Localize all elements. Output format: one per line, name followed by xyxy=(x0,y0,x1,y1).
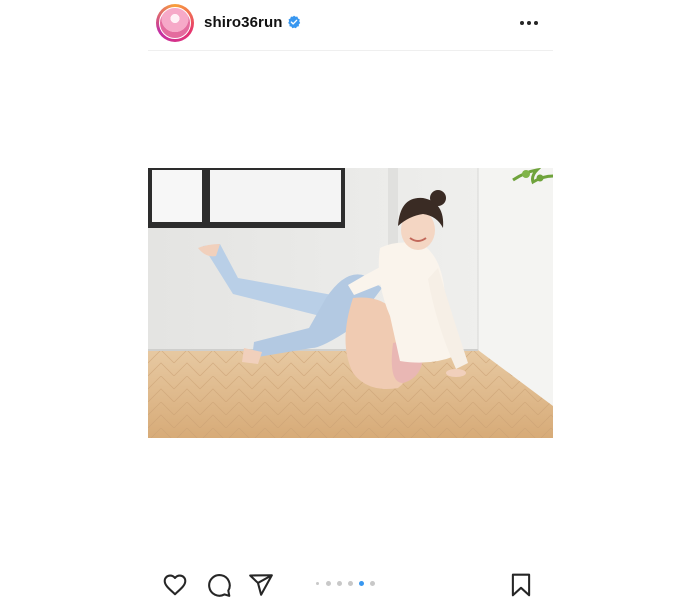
carousel-dot xyxy=(370,581,375,586)
post-header: shiro36run xyxy=(148,0,553,51)
carousel-indicator xyxy=(316,581,376,589)
carousel-dot xyxy=(326,581,331,586)
carousel-dot xyxy=(316,582,319,585)
heart-icon[interactable] xyxy=(162,572,188,598)
avatar[interactable] xyxy=(159,7,191,39)
more-options-icon[interactable] xyxy=(519,20,539,26)
comment-bubble-icon[interactable] xyxy=(206,572,232,598)
photo-image xyxy=(148,168,553,438)
carousel-dot xyxy=(348,581,353,586)
username-link[interactable]: shiro36run xyxy=(204,14,283,31)
instagram-post: shiro36run xyxy=(148,0,553,600)
post-actions-bar xyxy=(148,566,553,600)
carousel-dot xyxy=(337,581,342,586)
paper-plane-icon[interactable] xyxy=(248,572,274,598)
post-photo[interactable] xyxy=(148,168,553,438)
carousel-dot-active xyxy=(359,581,364,586)
verified-badge-icon xyxy=(288,15,301,29)
bookmark-icon[interactable] xyxy=(508,572,534,598)
avatar-story-ring[interactable] xyxy=(156,4,194,42)
